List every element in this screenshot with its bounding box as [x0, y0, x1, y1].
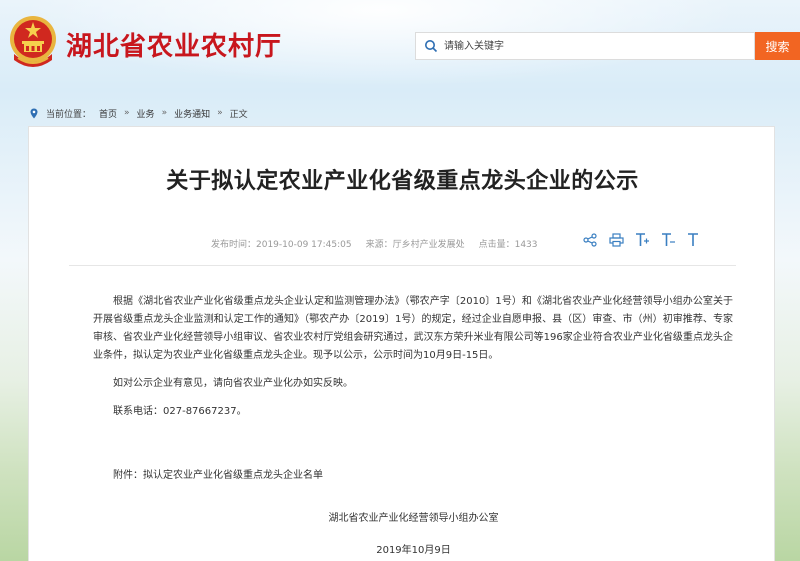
article-paragraph: 根据《湖北省农业产业化省级重点龙头企业认定和监测管理办法》（鄂农产字〔2010〕… [93, 296, 733, 361]
font-large-icon[interactable] [633, 231, 651, 249]
location-pin-icon [30, 108, 38, 118]
breadcrumb-separator: » [217, 108, 223, 118]
view-count: 点击量：1433 [478, 240, 538, 250]
font-small-icon[interactable] [685, 231, 703, 249]
signing-office: 湖北省农业产业化经营领导小组办公室 [328, 513, 499, 524]
site-header: 湖北省农业农村厅 搜索 [0, 0, 800, 92]
print-icon[interactable] [607, 231, 625, 249]
article-source: 来源：厅乡村产业发展处 [365, 240, 465, 250]
font-medium-icon[interactable] [659, 231, 677, 249]
search-input[interactable] [444, 33, 744, 59]
title-divider [69, 265, 736, 266]
site-title[interactable]: 湖北省农业农村厅 [66, 26, 282, 63]
share-icon[interactable] [581, 231, 599, 249]
breadcrumb-business[interactable]: 业务 [137, 107, 155, 120]
breadcrumb-business-notice[interactable]: 业务通知 [174, 107, 210, 120]
national-emblem-icon[interactable] [8, 14, 58, 72]
breadcrumb-current: 正文 [229, 109, 248, 120]
search-box [415, 32, 755, 60]
article-body: 根据《湖北省农业产业化省级重点龙头企业认定和监测管理办法》（鄂农产字〔2010〕… [93, 293, 733, 485]
breadcrumb-home[interactable]: 首页 [99, 107, 117, 120]
breadcrumb-separator: » [161, 108, 168, 118]
breadcrumb-label: 当前位置： [46, 109, 92, 120]
article-panel: 关于拟认定农业产业化省级重点龙头企业的公示 发布时间：2019-10-09 17… [28, 126, 775, 561]
attachment-link[interactable]: 附件：拟认定农业产业化省级重点龙头企业名单 [93, 467, 733, 485]
breadcrumb: 当前位置： 首页 » 业务 » 业务通知 » 正文 [30, 106, 248, 120]
article-title: 关于拟认定农业产业化省级重点龙头企业的公示 [166, 169, 639, 194]
article-paragraph: 如对公示企业有意见，请向省农业产业化办如实反映。 [113, 378, 353, 389]
signing-date: 2019年10月9日 [376, 545, 451, 556]
article-meta: 发布时间：2019-10-09 17:45:05 来源：厅乡村产业发展处 点击量… [211, 237, 552, 250]
search-button[interactable]: 搜索 [755, 32, 800, 60]
article-tools [581, 231, 703, 249]
search-icon [425, 40, 438, 53]
contact-phone: 联系电话：027-87667237。 [113, 406, 247, 417]
breadcrumb-separator: » [124, 108, 130, 118]
publish-time: 发布时间：2019-10-09 17:45:05 [211, 240, 352, 250]
